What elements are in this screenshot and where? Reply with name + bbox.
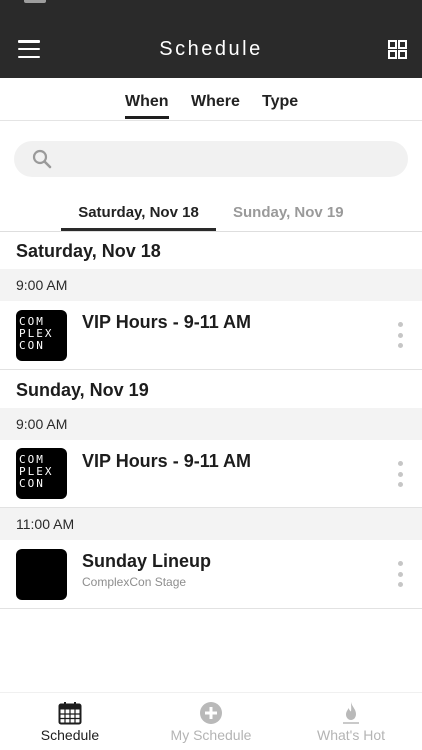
section-header-sunday: Sunday, Nov 19	[16, 380, 149, 400]
search-input[interactable]	[62, 141, 392, 177]
tab-where[interactable]: Where	[191, 93, 240, 111]
grid-view-icon[interactable]	[388, 40, 407, 59]
complexcon-logo: COM PLEX CON	[16, 448, 67, 499]
nav-label: What's Hot	[316, 727, 386, 743]
complexcon-logo: COM PLEX CON	[16, 310, 67, 361]
section-header-saturday: Saturday, Nov 18	[16, 241, 161, 261]
time-label: 11:00 AM	[16, 516, 75, 532]
status-bar-fragment	[24, 0, 46, 3]
logo-text: COM PLEX CON	[19, 315, 54, 352]
nav-whats-hot[interactable]: What's Hot	[281, 693, 421, 750]
event-row[interactable]: COM PLEX CON VIP Hours - 9-11 AM	[0, 440, 422, 508]
time-band: 9:00 AM	[0, 269, 422, 301]
event-row[interactable]: COM PLEX CON VIP Hours - 9-11 AM	[0, 301, 422, 370]
event-row[interactable]: Sunday Lineup ComplexCon Stage	[0, 540, 422, 609]
logo-text: COM PLEX CON	[19, 453, 54, 490]
time-band: 9:00 AM	[0, 408, 422, 440]
filter-tabs: When Where Type	[0, 78, 422, 121]
flame-icon	[343, 702, 359, 724]
event-title: Sunday Lineup	[82, 551, 212, 571]
search-bar[interactable]	[14, 141, 408, 177]
day-tab-saturday[interactable]: Saturday, Nov 18	[61, 204, 216, 231]
time-label: 9:00 AM	[16, 277, 68, 293]
more-options-icon[interactable]	[396, 561, 404, 587]
nav-label: My Schedule	[170, 727, 252, 743]
nav-schedule[interactable]: Schedule	[0, 693, 140, 750]
calendar-icon	[58, 702, 82, 725]
nav-my-schedule[interactable]: My Schedule	[141, 693, 281, 750]
page-title: Schedule	[159, 38, 263, 60]
more-options-icon[interactable]	[396, 322, 404, 348]
time-band: 11:00 AM	[0, 508, 422, 540]
app-bar: Schedule	[0, 0, 422, 78]
event-title: VIP Hours - 9-11 AM	[82, 451, 252, 471]
search-icon	[32, 149, 52, 169]
tab-type[interactable]: Type	[262, 93, 298, 111]
day-tab-sunday[interactable]: Sunday, Nov 19	[233, 204, 344, 221]
nav-label: Schedule	[40, 727, 100, 743]
plus-circle-icon	[200, 702, 222, 724]
event-thumbnail	[16, 549, 67, 600]
tab-when[interactable]: When	[125, 93, 169, 119]
time-label: 9:00 AM	[16, 416, 68, 432]
day-tabs: Saturday, Nov 18 Sunday, Nov 19	[0, 196, 422, 232]
more-options-icon[interactable]	[396, 461, 404, 487]
event-title: VIP Hours - 9-11 AM	[82, 312, 252, 332]
bottom-navigation: Schedule My Schedule What's Hot	[0, 692, 422, 750]
event-location: ComplexCon Stage	[82, 575, 187, 589]
